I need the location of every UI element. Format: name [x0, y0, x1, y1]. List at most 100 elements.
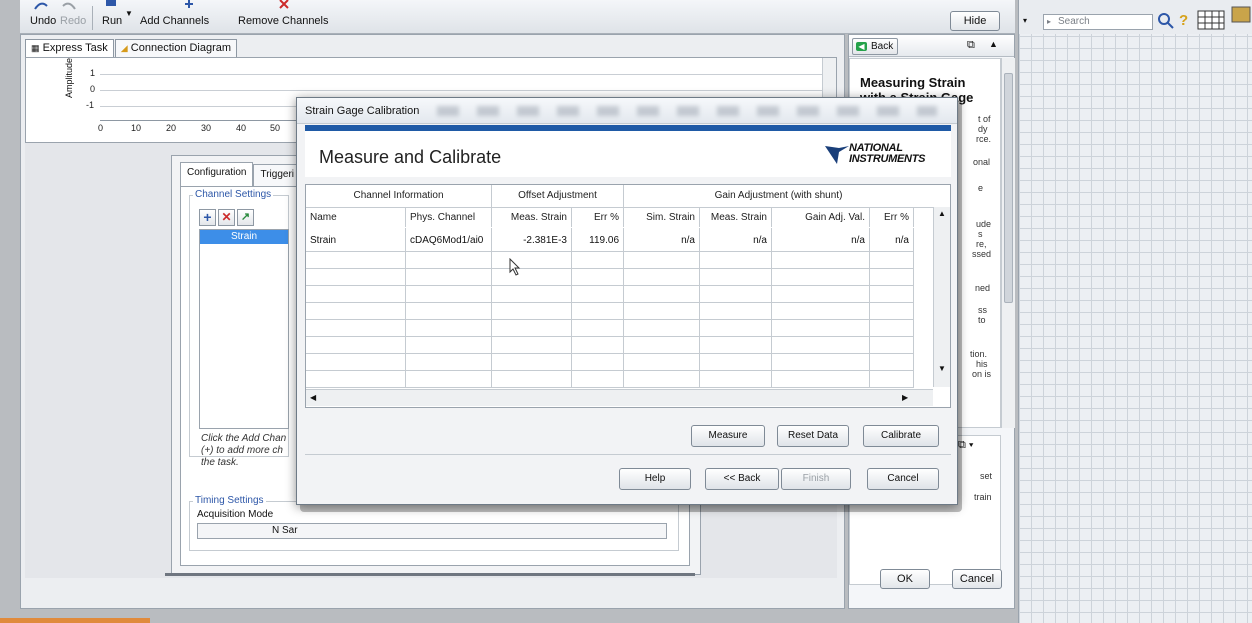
- table-cell[interactable]: [624, 303, 700, 320]
- ok-button[interactable]: OK: [880, 569, 930, 589]
- table-cell[interactable]: [870, 269, 914, 286]
- table-cell[interactable]: [870, 303, 914, 320]
- table-cell[interactable]: [772, 303, 870, 320]
- hide-help-button[interactable]: Hide Help: [950, 11, 1000, 45]
- table-cell[interactable]: [572, 337, 624, 354]
- table-cell[interactable]: [870, 286, 914, 303]
- run-dropdown-icon[interactable]: ▼: [125, 9, 133, 18]
- table-cell[interactable]: [572, 269, 624, 286]
- table-cell[interactable]: [624, 320, 700, 337]
- table-cell[interactable]: [492, 337, 572, 354]
- column-header-gain-err[interactable]: Err %: [870, 207, 914, 227]
- table-cell[interactable]: [772, 320, 870, 337]
- table-cell[interactable]: [700, 269, 772, 286]
- redo-button[interactable]: Redo: [60, 15, 86, 27]
- table-cell[interactable]: [772, 354, 870, 371]
- table-cell[interactable]: [870, 371, 914, 388]
- connector-pane-icon[interactable]: [1231, 4, 1251, 24]
- table-cell[interactable]: [306, 320, 406, 337]
- table-cell[interactable]: [406, 286, 492, 303]
- table-cell[interactable]: [492, 286, 572, 303]
- table-cell[interactable]: [492, 252, 572, 269]
- tab-express-task[interactable]: ▦ Express Task: [25, 39, 114, 57]
- table-cell[interactable]: [700, 337, 772, 354]
- table-cell[interactable]: [700, 354, 772, 371]
- help-scrollbar[interactable]: [1001, 58, 1015, 428]
- table-cell[interactable]: [700, 286, 772, 303]
- table-cell[interactable]: [572, 320, 624, 337]
- table-cell[interactable]: [572, 286, 624, 303]
- remove-channels-button[interactable]: Remove Channels: [238, 15, 329, 27]
- table-cell[interactable]: [492, 354, 572, 371]
- help-button[interactable]: Help: [619, 468, 691, 490]
- table-cell[interactable]: [406, 269, 492, 286]
- table-cell[interactable]: [700, 371, 772, 388]
- table-cell[interactable]: [406, 303, 492, 320]
- table-cell[interactable]: [306, 354, 406, 371]
- table-cell[interactable]: [572, 303, 624, 320]
- table-cell[interactable]: [572, 371, 624, 388]
- table-cell[interactable]: [624, 252, 700, 269]
- run-button[interactable]: Run: [102, 15, 122, 27]
- table-vertical-scrollbar[interactable]: ▲ ▼: [933, 207, 950, 387]
- table-cell[interactable]: -2.381E-3: [492, 228, 572, 252]
- question-help-icon[interactable]: ?: [1179, 12, 1193, 30]
- column-header-name[interactable]: Name: [306, 207, 406, 227]
- column-header-gain-meas-strain[interactable]: Meas. Strain: [700, 207, 772, 227]
- table-cell[interactable]: [492, 269, 572, 286]
- table-cell[interactable]: n/a: [624, 228, 700, 252]
- table-cell[interactable]: [406, 320, 492, 337]
- acquisition-mode-select[interactable]: N Sar: [197, 523, 667, 539]
- dialog-titlebar[interactable]: Strain Gage Calibration: [297, 98, 957, 124]
- table-cell[interactable]: [772, 252, 870, 269]
- table-cell[interactable]: [306, 337, 406, 354]
- finish-button[interactable]: Finish: [781, 468, 851, 490]
- table-cell[interactable]: [306, 286, 406, 303]
- table-cell[interactable]: [624, 371, 700, 388]
- table-horizontal-scrollbar[interactable]: ◀ ▶: [306, 389, 933, 406]
- table-cell[interactable]: [772, 286, 870, 303]
- table-cell[interactable]: [700, 252, 772, 269]
- table-cell[interactable]: [406, 371, 492, 388]
- tab-connection-diagram[interactable]: ◢ Connection Diagram: [114, 39, 238, 57]
- search-icon[interactable]: [1157, 12, 1175, 30]
- table-cell[interactable]: [700, 320, 772, 337]
- table-cell[interactable]: n/a: [700, 228, 772, 252]
- help-pin-icon[interactable]: ⧉: [967, 39, 975, 52]
- tab-triggering[interactable]: Triggeri: [253, 164, 302, 186]
- table-cell[interactable]: 119.06: [572, 228, 624, 252]
- table-cell[interactable]: [306, 269, 406, 286]
- add-channels-button[interactable]: Add Channels: [140, 15, 209, 27]
- table-cell[interactable]: Strain: [306, 228, 406, 252]
- table-cell[interactable]: [870, 337, 914, 354]
- table-cell[interactable]: [306, 303, 406, 320]
- grid-view-icon[interactable]: [1197, 10, 1225, 30]
- undo-button[interactable]: Undo: [30, 15, 56, 27]
- table-cell[interactable]: [772, 371, 870, 388]
- back-button[interactable]: << Back: [705, 468, 779, 490]
- column-header-offset-err[interactable]: Err %: [572, 207, 624, 227]
- tab-configuration[interactable]: Configuration: [180, 162, 254, 186]
- help-back-button[interactable]: ◀ Back: [852, 38, 898, 55]
- reset-data-button[interactable]: Reset Data: [777, 425, 849, 447]
- table-cell[interactable]: [870, 320, 914, 337]
- table-cell[interactable]: [492, 371, 572, 388]
- table-cell[interactable]: [572, 354, 624, 371]
- table-cell[interactable]: [572, 252, 624, 269]
- column-header-phys-channel[interactable]: Phys. Channel: [406, 207, 492, 227]
- column-header-sim-strain[interactable]: Sim. Strain: [624, 207, 700, 227]
- add-channel-button[interactable]: +: [199, 209, 216, 226]
- table-cell[interactable]: [772, 337, 870, 354]
- table-cell[interactable]: n/a: [772, 228, 870, 252]
- table-cell[interactable]: [306, 252, 406, 269]
- table-cell[interactable]: [624, 337, 700, 354]
- cancel-button[interactable]: Cancel: [952, 569, 1002, 589]
- help-scroll-thumb[interactable]: [1004, 73, 1013, 303]
- table-cell[interactable]: cDAQ6Mod1/ai0: [406, 228, 492, 252]
- search-scope-dropdown-icon[interactable]: ▾: [1023, 16, 1027, 25]
- scroll-left-icon[interactable]: ◀: [310, 393, 316, 402]
- measure-button[interactable]: Measure: [691, 425, 765, 447]
- table-cell[interactable]: [406, 252, 492, 269]
- rename-channel-button[interactable]: ↗: [237, 209, 254, 226]
- scroll-up-icon[interactable]: ▲: [934, 209, 950, 218]
